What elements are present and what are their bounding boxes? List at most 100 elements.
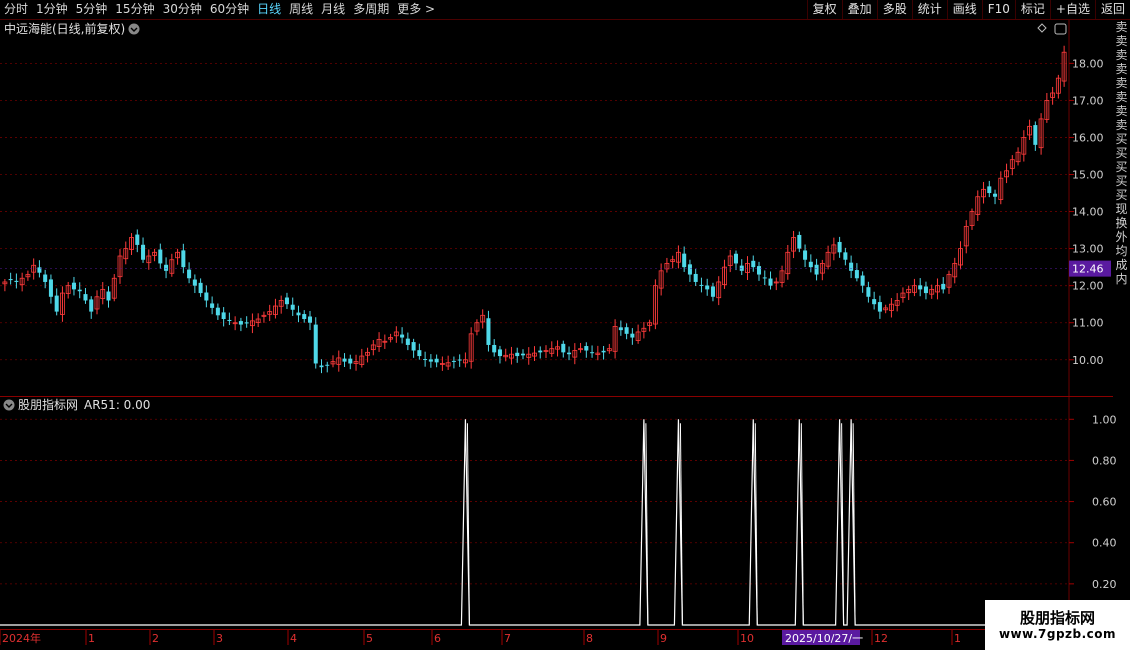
watermark: 股朋指标网 www.7gpzb.com: [985, 600, 1130, 650]
candle-body: [83, 294, 88, 301]
candle-body: [1033, 125, 1038, 145]
candle-body: [987, 186, 992, 194]
x-tick-label: 9: [660, 632, 667, 645]
x-tick-label: 8: [586, 632, 593, 645]
x-tick-label: 1: [88, 632, 95, 645]
candle-body: [181, 250, 186, 268]
x-tick-label: 1: [954, 632, 961, 645]
candle-body: [457, 359, 462, 361]
candle-body: [486, 318, 491, 345]
order-book-strip: 卖卖卖卖卖卖卖卖买买买买买现换外均成内: [1113, 20, 1130, 400]
candle-body: [71, 282, 76, 290]
candle-body: [54, 295, 59, 312]
side-strip-char: 卖: [1115, 34, 1128, 48]
y-tick-label: 11.00: [1072, 317, 1104, 330]
candle-body: [290, 304, 295, 310]
side-strip-char: 卖: [1115, 76, 1128, 90]
y-tick-label: 10.00: [1072, 354, 1104, 367]
candle-body: [164, 264, 169, 271]
side-strip-char: 现: [1115, 202, 1128, 216]
side-strip-char: 外: [1115, 230, 1128, 244]
candle-body: [405, 338, 410, 345]
y-tick-label: 0.80: [1092, 454, 1117, 467]
candle-body: [158, 249, 163, 264]
y-tick-label: 14.00: [1072, 206, 1104, 219]
candle-body: [244, 322, 249, 324]
candle-body: [492, 344, 497, 353]
watermark-title: 股朋指标网: [1019, 609, 1095, 627]
candle-body: [451, 360, 456, 362]
x-tick-label: 10: [740, 632, 754, 645]
candle-body: [187, 269, 192, 279]
candle-body: [993, 193, 998, 197]
candle-body: [584, 346, 589, 351]
candle-body: [204, 292, 209, 301]
diamond-icon: [1037, 23, 1047, 33]
candle-body: [48, 279, 53, 297]
y-tick-label: 16.00: [1072, 131, 1104, 144]
date-tag-label: 2025/10/27/一: [785, 632, 863, 645]
candle-body: [872, 299, 877, 305]
side-strip-char: 换: [1115, 216, 1128, 230]
candle-body: [866, 287, 871, 297]
candle-body: [342, 358, 347, 362]
x-tick-label: 2: [152, 632, 159, 645]
candle-body: [221, 312, 226, 320]
candle-body: [192, 279, 197, 286]
candle-body: [210, 303, 215, 308]
candle-body: [808, 261, 813, 268]
candle-body: [854, 270, 859, 279]
candle-body: [106, 291, 111, 301]
candle-body: [520, 353, 526, 356]
candle-body: [43, 274, 48, 282]
side-strip-char: 买: [1115, 146, 1128, 160]
candle-body: [923, 286, 928, 294]
candle-body: [843, 252, 848, 260]
ar51-signal-line: [0, 419, 1069, 626]
candle-body: [624, 327, 629, 334]
side-strip-char: 内: [1115, 272, 1128, 286]
candle-body: [319, 365, 324, 368]
candle-body: [561, 343, 566, 353]
candle-body: [313, 324, 318, 364]
candle-body: [400, 334, 405, 338]
candle-body: [762, 277, 767, 279]
candle-body: [699, 284, 704, 286]
candle-body: [756, 266, 762, 275]
price-tag-label: 12.46: [1072, 263, 1104, 276]
side-strip-char: 均: [1115, 244, 1128, 258]
x-tick-label: 7: [504, 632, 511, 645]
y-tick-label: 0.20: [1092, 578, 1117, 591]
indicator-title: 股朋指标网: [18, 397, 78, 412]
x-tick-label: 6: [434, 632, 441, 645]
side-strip-char: 卖: [1115, 48, 1128, 62]
candle-body: [515, 352, 520, 357]
candle-body: [590, 352, 595, 354]
y-tick-label: 18.00: [1072, 57, 1104, 70]
candle-body: [434, 358, 439, 363]
candle-body: [630, 333, 635, 338]
candle-body: [941, 283, 946, 290]
candle-body: [733, 253, 739, 264]
y-tick-label: 12.00: [1072, 280, 1104, 293]
candle-body: [89, 299, 94, 312]
candle-body: [411, 342, 416, 351]
candle-body: [215, 307, 220, 316]
x-tick-label: 3: [216, 632, 223, 645]
y-tick-label: 1.00: [1092, 413, 1117, 426]
candle-body: [135, 234, 140, 245]
stock-chart[interactable]: 10.0011.0012.0013.0014.0015.0016.0017.00…: [0, 0, 1130, 650]
window-icon: [1054, 23, 1067, 35]
dropdown-icon: [128, 23, 140, 35]
candle-body: [423, 359, 428, 361]
side-strip-char: 买: [1115, 160, 1128, 174]
candle-body: [302, 314, 307, 320]
candle-body: [417, 350, 422, 357]
candle-body: [567, 352, 572, 355]
y-tick-label: 15.00: [1072, 169, 1104, 182]
candle-body: [198, 282, 203, 294]
candle-body: [227, 319, 232, 321]
watermark-url: www.7gpzb.com: [998, 627, 1117, 641]
candle-body: [918, 285, 923, 290]
candle-body: [705, 285, 710, 290]
